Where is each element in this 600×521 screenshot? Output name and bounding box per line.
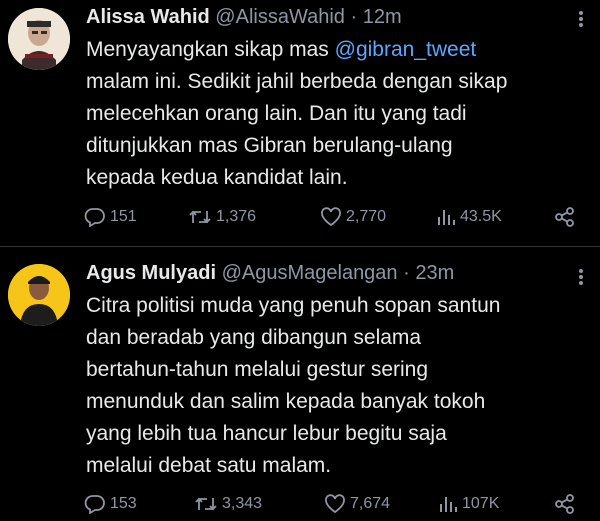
views-icon <box>440 497 457 512</box>
reply-icon <box>84 495 105 514</box>
views-count: 107K <box>462 495 500 512</box>
like-count: 7,674 <box>350 495 391 512</box>
views-button[interactable]: 43.5K <box>436 205 502 229</box>
tweet-line: dan beradab yang dibangun selama <box>86 326 422 349</box>
tweet-actions: 153 3,343 7,674 107K <box>84 492 584 516</box>
tweet-line: menunduk dan salim kepada banyak tokoh <box>86 390 486 413</box>
views-button[interactable]: 107K <box>438 492 499 516</box>
tweet-actions: 151 1,376 2,770 43.5K <box>84 205 584 229</box>
share-icon <box>555 494 574 514</box>
views-count: 43.5K <box>460 208 502 225</box>
user-handle[interactable]: @AlissaWahid <box>215 6 345 28</box>
tweet-agus-mulyadi[interactable]: Agus Mulyadi @AgusMagelangan · 23m Citra… <box>0 246 600 521</box>
like-count: 2,770 <box>346 208 387 225</box>
reply-count: 151 <box>110 208 137 225</box>
tweet-alissa-wahid[interactable]: Alissa Wahid @AlissaWahid · 12m Menyayan… <box>0 0 600 246</box>
reply-button[interactable]: 153 <box>84 492 137 516</box>
tweet-line: malam ini. Sedikit jahil berbeda dengan … <box>86 70 508 93</box>
share-icon <box>555 207 574 227</box>
tweet-text: Menyayangkan sikap mas @gibran_tweet mal… <box>86 34 586 194</box>
timestamp[interactable]: 12m <box>363 6 402 28</box>
heart-icon <box>325 494 345 514</box>
separator-dot: · <box>350 6 358 28</box>
tweet-line: Menyayangkan sikap mas @gibran_tweet <box>86 38 477 61</box>
timestamp[interactable]: 23m <box>415 262 454 284</box>
tweet-line: ditunjukkan mas Gibran berulang-ulang <box>86 134 453 157</box>
share-button[interactable] <box>554 205 576 229</box>
retweet-icon <box>189 210 211 224</box>
tweet-line: bertahun-tahun melalui gestur sering <box>86 358 429 381</box>
retweet-icon <box>195 497 217 511</box>
reply-icon <box>84 208 105 227</box>
more-icon[interactable] <box>576 268 586 286</box>
retweet-button[interactable]: 3,343 <box>194 492 262 516</box>
reply-button[interactable]: 151 <box>84 205 137 229</box>
share-button[interactable] <box>554 492 576 516</box>
tweet-header: Alissa Wahid @AlissaWahid · 12m <box>86 6 402 29</box>
tweet-line: Citra politisi muda yang penuh sopan san… <box>86 294 501 317</box>
display-name[interactable]: Alissa Wahid <box>86 6 210 28</box>
tweet-header: Agus Mulyadi @AgusMagelangan · 23m <box>86 262 454 285</box>
like-button[interactable]: 2,770 <box>320 205 386 229</box>
mention-link[interactable]: @gibran_tweet <box>335 38 477 61</box>
user-handle[interactable]: @AgusMagelangan <box>222 262 398 284</box>
views-icon <box>438 210 455 225</box>
tweet-line: melecehkan orang lain. Dan itu yang tadi <box>86 102 467 125</box>
heart-icon <box>321 207 341 227</box>
tweet-line: yang lebih tua hancur lebur begitu saja <box>86 422 447 445</box>
display-name[interactable]: Agus Mulyadi <box>86 262 216 284</box>
reply-count: 153 <box>110 495 137 512</box>
like-button[interactable]: 7,674 <box>324 492 390 516</box>
separator-dot: · <box>403 262 410 284</box>
retweet-count: 1,376 <box>216 208 257 225</box>
avatar[interactable] <box>8 264 70 326</box>
avatar[interactable] <box>8 8 70 70</box>
tweet-line: melalui debat satu malam. <box>86 454 332 477</box>
retweet-button[interactable]: 1,376 <box>188 205 256 229</box>
tweet-text: Citra politisi muda yang penuh sopan san… <box>86 290 586 482</box>
tweet-line: kepada kedua kandidat lain. <box>86 166 348 189</box>
more-icon[interactable] <box>576 10 586 28</box>
retweet-count: 3,343 <box>222 495 263 512</box>
